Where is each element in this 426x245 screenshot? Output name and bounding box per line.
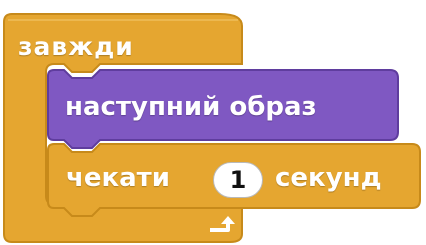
script-area: завжди наступний образ чекати 1 секунд <box>0 0 426 245</box>
wait-seconds-input[interactable]: 1 <box>213 162 263 198</box>
forever-block-label: завжди <box>18 32 134 61</box>
wait-block-label-after: секунд <box>275 163 382 193</box>
wait-block-label-before: чекати <box>66 163 170 193</box>
next-costume-block-label: наступний образ <box>65 92 317 122</box>
